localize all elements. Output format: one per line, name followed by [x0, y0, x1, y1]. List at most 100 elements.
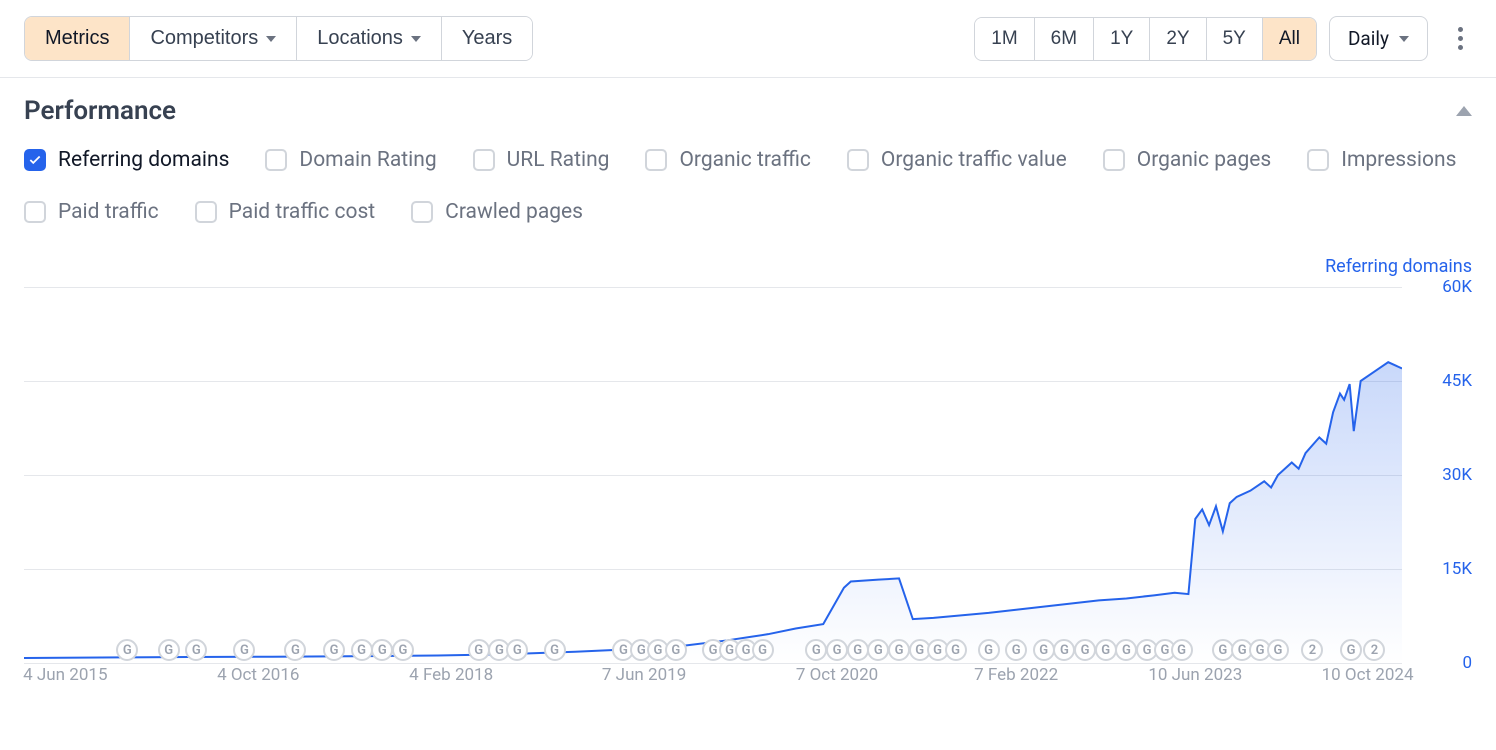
tab-label: Locations [317, 27, 403, 50]
event-marker[interactable]: G [371, 639, 393, 661]
event-marker[interactable]: G [1171, 639, 1193, 661]
tab-competitors[interactable]: Competitors [130, 17, 297, 60]
x-tick-label: 7 Feb 2022 [974, 665, 1058, 685]
series-legend: Referring domains [0, 246, 1496, 281]
x-tick-label: 10 Oct 2024 [1322, 665, 1414, 685]
metric-check-referring-domains[interactable]: Referring domains [24, 148, 229, 172]
checkbox-icon [411, 201, 433, 223]
event-marker[interactable]: G [392, 639, 414, 661]
toolbar-right: 1M6M1Y2Y5YAll Daily [974, 16, 1472, 61]
performance-panel: Performance Referring domains Domain Rati… [0, 78, 1496, 246]
tab-years[interactable]: Years [442, 17, 532, 60]
event-marker[interactable]: G [506, 639, 528, 661]
range-5y[interactable]: 5Y [1207, 18, 1263, 60]
event-marker[interactable]: G [1033, 639, 1055, 661]
x-tick-label: 10 Jun 2023 [1148, 665, 1242, 685]
granularity-dropdown[interactable]: Daily [1329, 16, 1428, 61]
metric-check-organic-traffic[interactable]: Organic traffic [645, 148, 810, 172]
chart-y-axis: 015K30K45K60K [1412, 287, 1472, 663]
event-marker[interactable]: G [1095, 639, 1117, 661]
metric-label: Impressions [1341, 148, 1456, 172]
event-marker[interactable]: G [805, 639, 827, 661]
event-marker[interactable]: G [185, 639, 207, 661]
event-marker[interactable]: G [468, 639, 490, 661]
event-marker[interactable]: G [1053, 639, 1075, 661]
x-tick-label: 4 Oct 2016 [217, 665, 299, 685]
panel-title: Performance [24, 96, 176, 126]
y-tick-label: 0 [1462, 653, 1472, 673]
metric-check-paid-traffic-cost[interactable]: Paid traffic cost [195, 200, 376, 224]
toolbar: Metrics Competitors Locations Years 1M6M1Y2… [0, 0, 1496, 78]
range-1m[interactable]: 1M [975, 18, 1034, 60]
panel-header: Performance [24, 96, 1472, 126]
metric-label: URL Rating [507, 148, 610, 172]
event-marker[interactable]: G [1340, 639, 1362, 661]
metric-label: Paid traffic [58, 200, 159, 224]
time-range-group: 1M6M1Y2Y5YAll [974, 17, 1317, 61]
chart: 015K30K45K60K GGGGGGGGGGGGGGGGGGGGGGGGGG… [24, 287, 1472, 687]
checkbox-icon [24, 201, 46, 223]
kebab-menu-icon[interactable] [1448, 27, 1472, 50]
tab-metrics[interactable]: Metrics [25, 17, 130, 60]
event-marker[interactable]: G [1005, 639, 1027, 661]
event-marker[interactable]: 2 [1363, 639, 1385, 661]
x-tick-label: 4 Feb 2018 [409, 665, 493, 685]
granularity-label: Daily [1348, 27, 1389, 50]
caret-down-icon [411, 36, 421, 42]
event-marker[interactable]: G [867, 639, 889, 661]
checkbox-icon [195, 201, 217, 223]
range-1y[interactable]: 1Y [1094, 18, 1150, 60]
event-marker[interactable]: G [826, 639, 848, 661]
metric-check-crawled-pages[interactable]: Crawled pages [411, 200, 583, 224]
tab-label: Competitors [150, 27, 258, 50]
event-marker[interactable]: G [1115, 639, 1137, 661]
event-marker[interactable]: G [752, 639, 774, 661]
metric-label: Paid traffic cost [229, 200, 376, 224]
x-tick-label: 4 Jun 2015 [23, 665, 107, 685]
x-tick-label: 7 Jun 2019 [602, 665, 686, 685]
event-marker[interactable]: G [978, 639, 1000, 661]
checkbox-icon [645, 149, 667, 171]
toolbar-left: Metrics Competitors Locations Years [24, 16, 545, 61]
event-marker[interactable]: G [323, 639, 345, 661]
event-marker[interactable]: G [544, 639, 566, 661]
checkbox-icon [1103, 149, 1125, 171]
metric-check-organic-pages[interactable]: Organic pages [1103, 148, 1271, 172]
metric-label: Crawled pages [445, 200, 583, 224]
metric-check-impressions[interactable]: Impressions [1307, 148, 1456, 172]
event-marker[interactable]: G [284, 639, 306, 661]
range-all[interactable]: All [1263, 18, 1316, 60]
event-marker[interactable]: G [888, 639, 910, 661]
metric-label: Domain Rating [299, 148, 436, 172]
metric-check-domain-rating[interactable]: Domain Rating [265, 148, 436, 172]
chart-x-axis: 4 Jun 2015 4 Oct 2016 4 Feb 2018 7 Jun 2019… [24, 665, 1402, 687]
y-tick-label: 60K [1442, 277, 1472, 297]
event-marker[interactable]: G [1074, 639, 1096, 661]
event-marker[interactable]: G [945, 639, 967, 661]
range-6m[interactable]: 6M [1035, 18, 1094, 60]
x-tick-label: 7 Oct 2020 [796, 665, 878, 685]
metric-label: Organic pages [1137, 148, 1271, 172]
event-marker[interactable]: G [158, 639, 180, 661]
view-tabs: Metrics Competitors Locations Years [24, 16, 533, 61]
metric-checkboxes: Referring domains Domain Rating URL Rating… [24, 148, 1472, 224]
checkbox-icon [24, 149, 46, 171]
metric-check-organic-traffic-value[interactable]: Organic traffic value [847, 148, 1067, 172]
event-marker[interactable]: G [665, 639, 687, 661]
chart-plot-area [24, 287, 1402, 663]
event-marker[interactable]: G [847, 639, 869, 661]
event-marker[interactable]: G [351, 639, 373, 661]
metric-check-url-rating[interactable]: URL Rating [473, 148, 610, 172]
checkbox-icon [1307, 149, 1329, 171]
event-marker[interactable]: 2 [1301, 639, 1323, 661]
grid-line [24, 663, 1402, 664]
collapse-icon[interactable] [1456, 106, 1472, 116]
event-marker[interactable]: G [1267, 639, 1289, 661]
metric-check-paid-traffic[interactable]: Paid traffic [24, 200, 159, 224]
event-marker[interactable]: G [116, 639, 138, 661]
event-marker[interactable]: G [233, 639, 255, 661]
y-tick-label: 45K [1442, 371, 1472, 391]
tab-locations[interactable]: Locations [297, 17, 442, 60]
range-2y[interactable]: 2Y [1150, 18, 1206, 60]
tab-label: Years [462, 27, 512, 50]
